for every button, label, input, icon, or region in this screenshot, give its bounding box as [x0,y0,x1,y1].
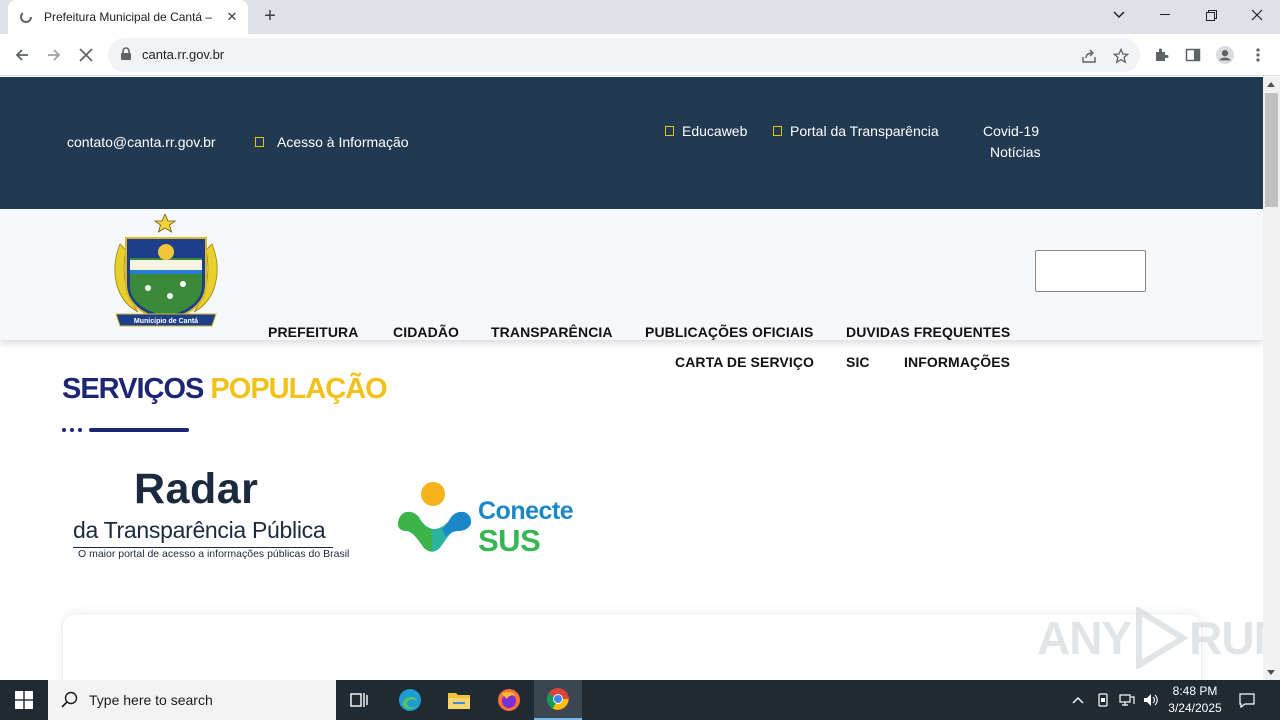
page-scrollbar[interactable] [1263,77,1280,680]
task-view-icon[interactable] [336,680,384,720]
transparency-portal-link[interactable]: Portal da Transparência [773,123,939,139]
title-part-servicos: SERVIÇOS [62,373,204,405]
conecte-sus-banner[interactable]: Conecte SUS [394,479,584,559]
scroll-up-arrow-icon[interactable] [1267,82,1275,87]
municipality-coat-of-arms-logo[interactable]: Município de Cantá [108,212,224,332]
network-icon[interactable] [1116,680,1138,720]
nav-sic[interactable]: SIC [846,354,870,370]
file-explorer-icon[interactable] [435,680,483,720]
radar-subtitle: da Transparência Pública [73,517,326,543]
watermark-play-icon [1136,607,1189,669]
start-button[interactable] [0,680,48,720]
chrome-taskbar-icon[interactable] [534,680,582,720]
clock-time: 8:48 PM [1172,684,1218,698]
windows-taskbar: Type here to search 8:48 PM 3/24/2025 [0,680,1280,720]
news-link[interactable]: Notícias [990,144,1041,160]
main-navigation: Município de Cantá PREFEITURA CIDADÃO TR… [0,209,1263,370]
radar-title: Radar [134,465,259,513]
system-clock[interactable]: 8:48 PM 3/24/2025 [1160,683,1230,717]
sus-label: SUS [478,523,541,558]
title-underline-decoration [62,428,189,432]
taskbar-search-box[interactable]: Type here to search [48,680,336,720]
share-icon[interactable] [1080,47,1098,65]
edge-browser-icon[interactable] [386,680,434,720]
tab-strip: Prefeitura Municipal de Cantá – ✕ + [0,0,1280,34]
new-tab-button[interactable]: + [258,5,282,29]
watermark-left-text: ANY [1037,612,1132,664]
scrollbar-thumb[interactable] [1265,93,1278,207]
nav-carta-de-servico[interactable]: CARTA DE SERVIÇO [675,354,814,370]
url-text[interactable]: canta.rr.gov.br [142,47,224,62]
taskbar-search-placeholder: Type here to search [89,692,213,708]
transparency-portal-label: Portal da Transparência [790,123,939,139]
forward-button[interactable] [42,43,66,67]
close-window-button[interactable] [1234,0,1280,30]
tab-title: Prefeitura Municipal de Cantá – [44,10,213,24]
restore-button[interactable] [1188,0,1234,30]
access-info-link[interactable]: Acesso à Informação [255,134,409,150]
nav-cidadao[interactable]: CIDADÃO [393,324,459,340]
search-icon [61,691,78,708]
browser-tab[interactable]: Prefeitura Municipal de Cantá – ✕ [8,0,248,34]
device-tray-icon[interactable] [1093,680,1113,720]
transparency-portal-icon [773,126,782,136]
title-part-populacao: POPULAÇÃO [210,373,387,405]
access-info-icon [255,137,264,147]
site-search-input[interactable] [1035,250,1146,292]
educaweb-label: Educaweb [682,123,748,139]
nav-informacoes[interactable]: INFORMAÇÕES [904,354,1010,370]
watermark-right-text: RUN [1189,612,1263,664]
windows-logo-icon [15,691,33,709]
firefox-icon[interactable] [485,680,533,720]
browser-toolbar: canta.rr.gov.br [0,34,1280,76]
show-hidden-icons-chevron-icon[interactable] [1068,680,1088,720]
notifications-icon[interactable] [1234,680,1260,720]
loading-favicon-icon [18,9,34,25]
nav-transparencia[interactable]: TRANSPARÊNCIA [491,324,613,340]
nav-duvidas-frequentes[interactable]: DUVIDAS FREQUENTES [846,324,1010,340]
volume-icon[interactable] [1140,680,1162,720]
bookmark-star-icon[interactable] [1112,47,1130,65]
minimize-button[interactable] [1142,0,1188,30]
radar-tagline: O maior portal de acesso a informações p… [78,548,350,560]
access-info-label: Acesso à Informação [277,134,409,150]
logo-banner-text: Município de Cantá [134,318,198,325]
radar-transparencia-banner[interactable]: Radar da Transparência Pública O maior p… [70,465,349,565]
clock-date: 3/24/2025 [1168,701,1222,715]
contact-email-link[interactable]: contato@canta.rr.gov.br [67,134,216,150]
conecte-sus-symbol-icon [398,482,472,552]
nav-publicacoes-oficiais[interactable]: PUBLICAÇÕES OFICIAIS [645,324,813,340]
profile-avatar-icon[interactable] [1216,46,1234,64]
extensions-icon[interactable] [1152,46,1170,64]
side-panel-icon[interactable] [1184,46,1202,64]
conecte-label: Conecte [478,497,574,525]
address-bar[interactable]: canta.rr.gov.br [108,38,1140,72]
tab-search-chevron-icon[interactable] [1096,0,1142,30]
tab-close-icon[interactable]: ✕ [224,9,240,25]
back-button[interactable] [10,43,34,67]
nav-prefeitura[interactable]: PREFEITURA [268,324,358,340]
anyrun-watermark: ANY RUN [1037,607,1263,669]
covid-link[interactable]: Covid-19 [983,123,1039,139]
page-viewport: contato@canta.rr.gov.br Acesso à Informa… [0,77,1263,680]
lock-icon[interactable] [120,47,132,66]
stop-loading-button[interactable] [74,43,98,67]
educaweb-icon [665,126,674,136]
scroll-down-arrow-icon[interactable] [1267,670,1275,675]
top-contact-bar: contato@canta.rr.gov.br Acesso à Informa… [0,77,1263,209]
content-card [62,613,1202,680]
services-section-title: SERVIÇOS POPULAÇÃO [62,373,388,406]
chrome-menu-icon[interactable] [1249,46,1267,64]
educaweb-link[interactable]: Educaweb [665,123,747,139]
